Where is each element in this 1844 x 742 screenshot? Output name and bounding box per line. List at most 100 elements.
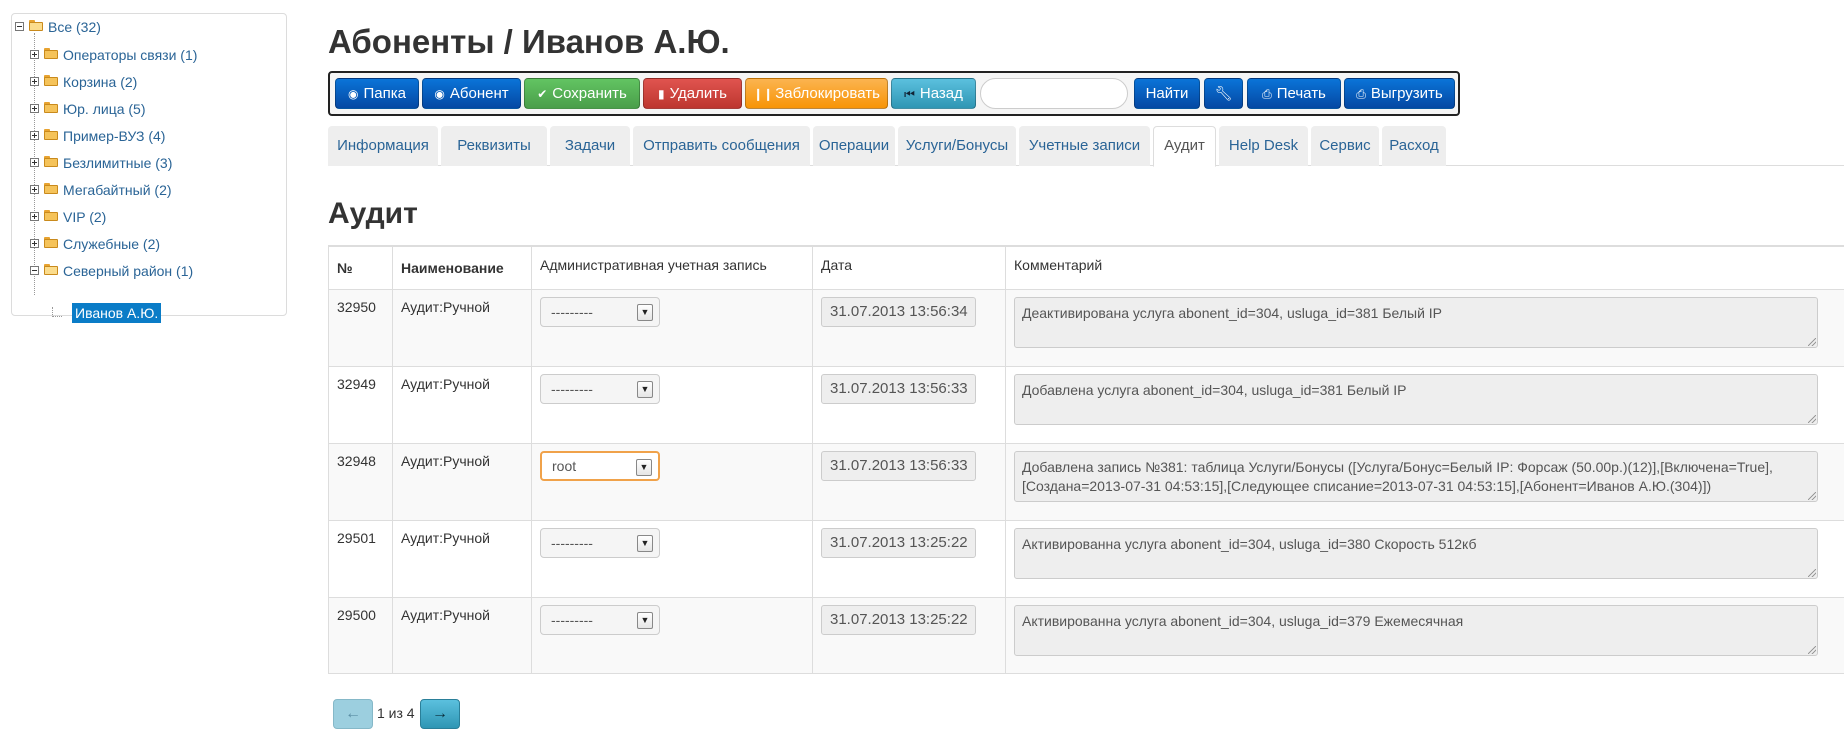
tree-item-label[interactable]: VIP (2) [63, 207, 106, 227]
expand-icon[interactable] [30, 185, 39, 194]
save-button[interactable]: ✔ Сохранить [524, 78, 640, 109]
chevron-down-icon[interactable]: ▼ [637, 612, 653, 629]
folder-icon [44, 102, 58, 113]
tab-bar: Информация Реквизиты Задачи Отправить со… [328, 126, 1844, 167]
collapse-icon[interactable] [15, 22, 24, 31]
column-header-date: Дата [821, 257, 853, 273]
comment-text: Добавлена запись №381: таблица Услуги/Бо… [1022, 459, 1773, 494]
expand-icon[interactable] [30, 212, 39, 221]
printer-icon: ⎙ [1262, 87, 1272, 101]
print-button[interactable]: ⎙ Печать [1247, 78, 1341, 109]
row-num: 32948 [337, 453, 376, 469]
export-button[interactable]: ⎙ Выгрузить [1344, 78, 1455, 109]
circle-arrow-icon: ◉ [348, 87, 359, 101]
admin-account-select[interactable]: root ▼ [540, 451, 660, 481]
folder-open-icon [44, 264, 58, 275]
print-button-label: Печать [1276, 85, 1326, 102]
tree-item-label[interactable]: Операторы связи (1) [63, 45, 197, 65]
date-field[interactable]: 31.07.2013 13:56:33 [821, 374, 976, 404]
date-field[interactable]: 31.07.2013 13:25:22 [821, 528, 976, 558]
check-icon: ✔ [537, 87, 548, 101]
tree-item-label[interactable]: Мегабайтный (2) [63, 180, 172, 200]
block-button[interactable]: ❙❙ Заблокировать [745, 78, 888, 109]
tab-help-desk[interactable]: Help Desk [1219, 126, 1308, 166]
column-divider [531, 245, 532, 674]
date-field[interactable]: 31.07.2013 13:56:34 [821, 297, 976, 327]
tree-item-label[interactable]: Безлимитные (3) [63, 153, 172, 173]
chevron-down-icon[interactable]: ▼ [637, 535, 653, 552]
folder-icon [44, 129, 58, 140]
resize-grip-icon[interactable] [1808, 646, 1816, 654]
comment-text: Активированна услуга abonent_id=304, usl… [1022, 613, 1464, 629]
search-input[interactable] [980, 78, 1128, 109]
row-name: Аудит:Ручной [401, 530, 490, 546]
expand-icon[interactable] [30, 131, 39, 140]
next-page-button[interactable]: → [420, 699, 460, 729]
circle-arrow-icon: ◉ [434, 87, 445, 101]
resize-grip-icon[interactable] [1808, 415, 1816, 423]
export-button-label: Выгрузить [1370, 85, 1443, 102]
resize-grip-icon[interactable] [1808, 338, 1816, 346]
expand-icon[interactable] [30, 50, 39, 59]
tab-requisites[interactable]: Реквизиты [441, 126, 547, 166]
chevron-down-icon[interactable]: ▼ [637, 381, 653, 398]
column-header-name: Наименование [401, 260, 504, 276]
chevron-down-icon[interactable]: ▼ [636, 459, 652, 476]
tree-item-label[interactable]: Корзина (2) [63, 72, 137, 92]
comment-textarea[interactable]: Добавлена услуга abonent_id=304, usluga_… [1014, 374, 1818, 425]
tab-services-bonuses[interactable]: Услуги/Бонусы [898, 126, 1016, 166]
tab-operations[interactable]: Операции [813, 126, 895, 166]
tab-audit[interactable]: Аудит [1153, 126, 1216, 167]
comment-textarea[interactable]: Добавлена запись №381: таблица Услуги/Бо… [1014, 451, 1818, 502]
tree-item-label[interactable]: Юр. лица (5) [63, 99, 146, 119]
tree-item-label[interactable]: Служебные (2) [63, 234, 160, 254]
column-header-num: № [337, 260, 353, 276]
settings-button[interactable]: 🔧︎ [1204, 78, 1243, 109]
admin-account-select[interactable]: --------- ▼ [540, 374, 660, 404]
page-title: Абоненты / Иванов А.Ю. [328, 23, 730, 60]
expand-icon[interactable] [30, 158, 39, 167]
expand-icon[interactable] [30, 77, 39, 86]
admin-account-select[interactable]: --------- ▼ [540, 605, 660, 635]
folder-button[interactable]: ◉ Папка [335, 78, 419, 109]
admin-account-value: --------- [551, 381, 593, 397]
column-header-comment: Комментарий [1014, 257, 1103, 273]
date-field[interactable]: 31.07.2013 13:25:22 [821, 605, 976, 635]
tab-info[interactable]: Информация [328, 126, 438, 166]
admin-account-value: --------- [551, 304, 593, 320]
date-field[interactable]: 31.07.2013 13:56:33 [821, 451, 976, 481]
pause-icon: ❙❙ [753, 87, 774, 101]
comment-textarea[interactable]: Активированна услуга abonent_id=304, usl… [1014, 605, 1818, 656]
find-button[interactable]: Найти [1134, 78, 1200, 109]
block-button-label: Заблокировать [775, 85, 880, 102]
tab-service[interactable]: Сервис [1311, 126, 1379, 166]
printer-icon: ⎙ [1356, 87, 1366, 101]
arrow-right-icon: → [432, 705, 448, 722]
admin-account-select[interactable]: --------- ▼ [540, 297, 660, 327]
resize-grip-icon[interactable] [1808, 492, 1816, 500]
admin-account-select[interactable]: --------- ▼ [540, 528, 660, 558]
chevron-down-icon[interactable]: ▼ [637, 304, 653, 321]
back-button[interactable]: ⏮ Назад [891, 78, 976, 109]
delete-button-label: Удалить [669, 85, 727, 102]
expand-icon[interactable] [30, 239, 39, 248]
resize-grip-icon[interactable] [1808, 569, 1816, 577]
tab-expenses[interactable]: Расход [1382, 126, 1446, 166]
delete-button[interactable]: ▮ Удалить [643, 78, 742, 109]
tree-item-label[interactable]: Северный район (1) [63, 261, 193, 281]
tab-accounts[interactable]: Учетные записи [1019, 126, 1150, 166]
tab-send-messages[interactable]: Отправить сообщения [633, 126, 810, 166]
tree-item-label[interactable]: Пример-ВУЗ (4) [63, 126, 165, 146]
tree-item-selected[interactable]: Иванов А.Ю. [72, 303, 162, 323]
tree-item-label[interactable]: Все (32) [48, 17, 101, 37]
row-num: 29500 [337, 607, 376, 623]
tab-tasks[interactable]: Задачи [550, 126, 630, 166]
prev-page-button[interactable]: ← [333, 699, 373, 729]
table-bottom-border [328, 673, 1844, 674]
folder-icon [44, 210, 58, 221]
subscriber-button[interactable]: ◉ Абонент [422, 78, 521, 109]
comment-textarea[interactable]: Активированна услуга abonent_id=304, usl… [1014, 528, 1818, 579]
comment-textarea[interactable]: Деактивирована услуга abonent_id=304, us… [1014, 297, 1818, 348]
collapse-icon[interactable] [30, 266, 39, 275]
expand-icon[interactable] [30, 104, 39, 113]
